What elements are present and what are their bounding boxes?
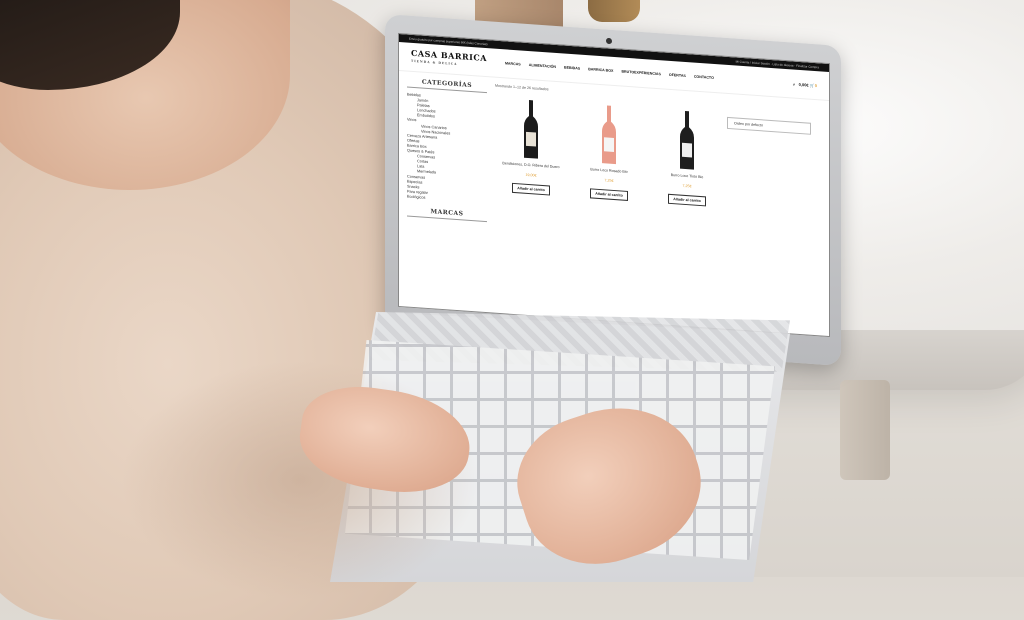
product-card[interactable]: Bendiciones, D.O. Ribera del Duero 19,00€… bbox=[495, 96, 567, 198]
nav-item-contacto[interactable]: CONTACTO bbox=[694, 75, 714, 80]
add-to-cart-button[interactable]: Añadir al carrito bbox=[512, 182, 550, 196]
site-logo[interactable]: CASA BARRICA TIENDA & DELICA bbox=[411, 48, 487, 70]
shop-content: CATEGORÍAS Bebidas Jamón Paletas Lonchados E… bbox=[399, 71, 829, 257]
sidebar-title: CATEGORÍAS bbox=[407, 77, 487, 94]
main-nav: MARCAS ALIMENTACIÓN BEBIDAS BARRICA BOX … bbox=[505, 61, 714, 80]
photo-scene: Envío gratuito por compras superiores 60… bbox=[0, 0, 1024, 620]
laptop-screen: Envío gratuito por compras superiores 60… bbox=[398, 32, 830, 338]
amber-jar bbox=[588, 0, 640, 22]
wine-bottle-icon bbox=[602, 105, 616, 165]
product-area: Mostrando 1–12 de 26 resultados Orden po… bbox=[487, 83, 821, 250]
cart-count: 0 bbox=[814, 82, 817, 88]
category-list: Bebidas Jamón Paletas Lonchados Embutidos Vin… bbox=[407, 93, 487, 204]
product-card[interactable]: Burro Loco Rosado Bio 7,25€ Añadir al carr… bbox=[573, 101, 645, 203]
nav-item-alimentacion[interactable]: ALIMENTACIÓN bbox=[529, 63, 556, 69]
nav-item-brutoexperiencias[interactable]: BRUTOEXPERIENCIAS bbox=[621, 70, 660, 77]
cart-widget[interactable]: ⌕ 0,00€ 🛒0 bbox=[793, 81, 817, 88]
nav-item-barrica-box[interactable]: BARRICA BOX bbox=[588, 67, 613, 73]
nav-item-ofertas[interactable]: OFERTAS bbox=[669, 73, 686, 78]
nav-item-bebidas[interactable]: BEBIDAS bbox=[564, 66, 580, 71]
add-to-cart-button[interactable]: Añadir al carrito bbox=[590, 188, 628, 201]
search-icon[interactable]: ⌕ bbox=[793, 81, 795, 86]
product-card[interactable]: Burro Loco Tinto Bio 7,25€ Añadir al carri… bbox=[651, 107, 723, 209]
wine-bottle-icon bbox=[680, 110, 694, 170]
checkout-link[interactable]: Finalizar Compra bbox=[796, 64, 819, 70]
category-sidebar: CATEGORÍAS Bebidas Jamón Paletas Lonchados E… bbox=[407, 77, 487, 227]
wishlist-link[interactable]: Lista de deseos bbox=[772, 62, 793, 67]
brands-title: MARCAS bbox=[407, 206, 487, 222]
add-to-cart-button[interactable]: Añadir al carrito bbox=[668, 193, 706, 207]
table-leg bbox=[840, 380, 890, 480]
webcam-icon bbox=[606, 37, 612, 45]
wine-bottle-icon bbox=[524, 100, 538, 159]
nav-item-marcas[interactable]: MARCAS bbox=[505, 61, 521, 66]
product-grid: Bendiciones, D.O. Ribera del Duero 19,00€… bbox=[495, 96, 821, 216]
cart-total: 0,00€ bbox=[798, 81, 809, 88]
